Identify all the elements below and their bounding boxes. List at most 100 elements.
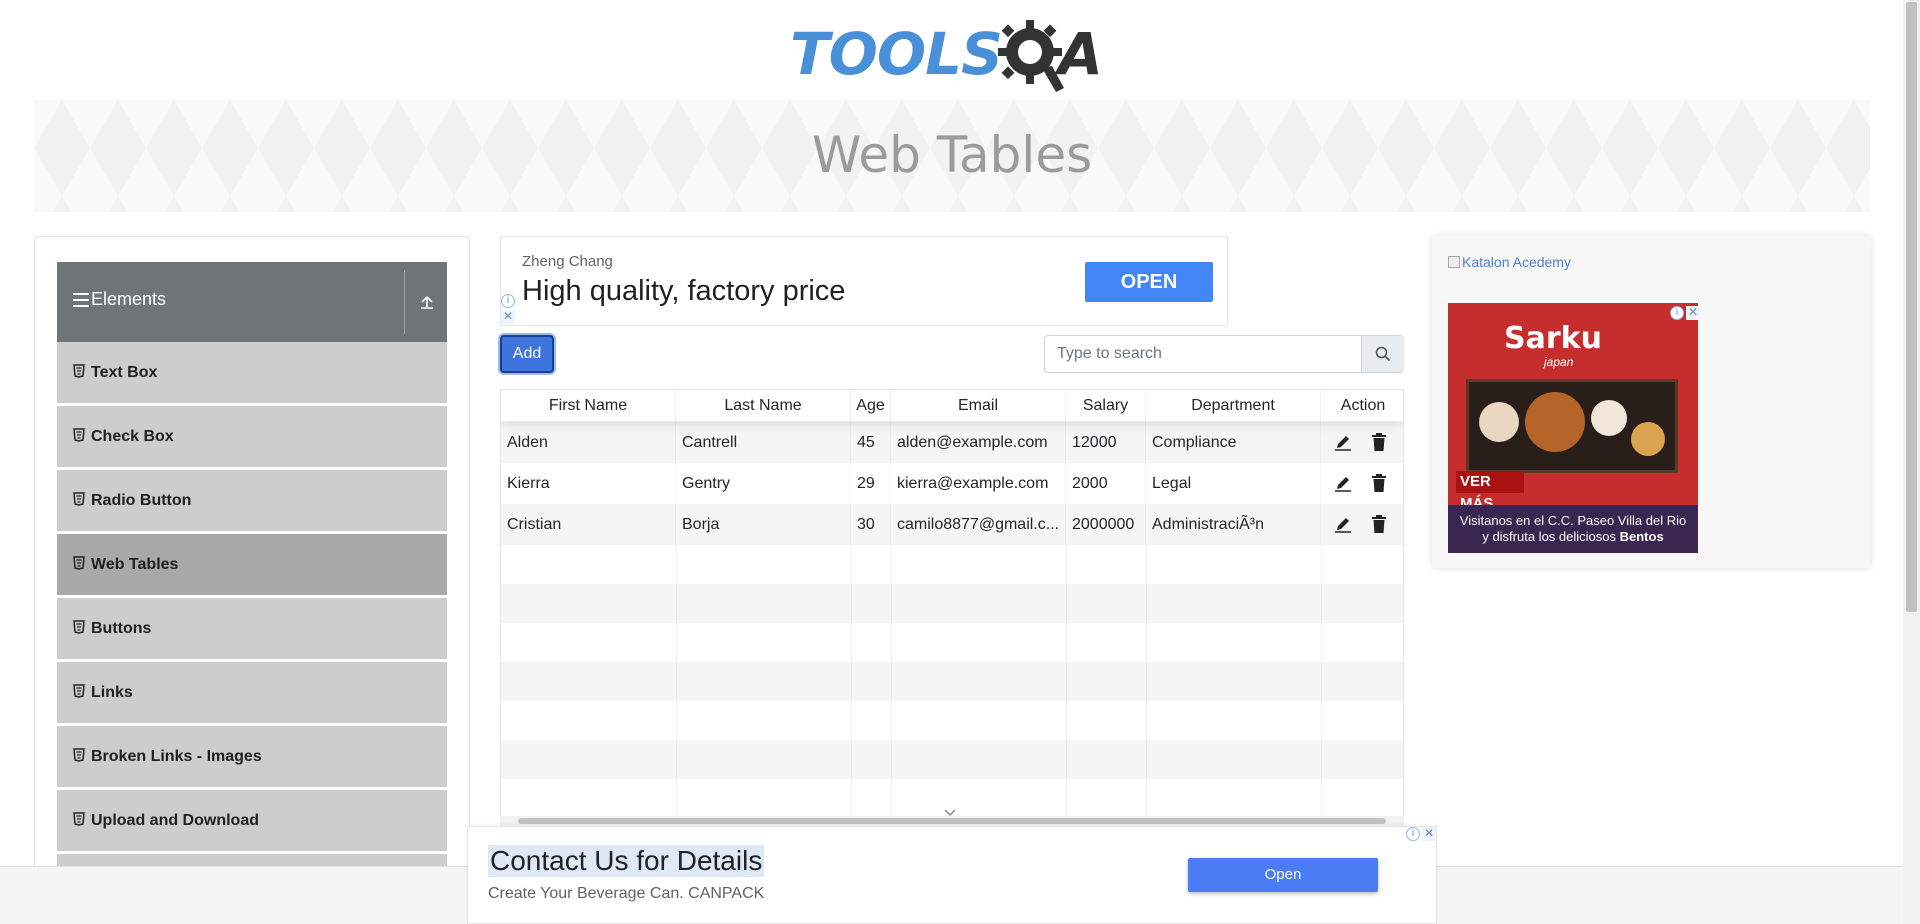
sidebar-group-title: Elements: [91, 289, 167, 309]
cell-first-name: Alden: [501, 422, 676, 463]
column-divider: [1146, 545, 1147, 828]
html5-icon: [73, 428, 85, 442]
empty-table-row: [501, 740, 1403, 779]
table-horizontal-scrollbar[interactable]: [500, 809, 1404, 826]
sidebar-item-radio-button[interactable]: Radio Button: [57, 470, 447, 532]
toolsqa-logo[interactable]: TOOLS A: [790, 14, 1116, 92]
sidebar: Elements Text Box Check Box Radio Button…: [34, 236, 470, 924]
html5-icon: [73, 684, 85, 698]
ad-banner-top[interactable]: Zheng Chang High quality, factory price …: [500, 236, 1228, 326]
ad-caption: Visitanos en el C.C. Paseo Villa del Rio…: [1448, 505, 1698, 553]
ad-advertiser: Zheng Chang: [522, 253, 613, 270]
sidebar-item-label: Broken Links - Images: [91, 748, 262, 765]
ad-headline[interactable]: Contact Us for Details: [488, 845, 765, 877]
column-divider: [891, 545, 892, 828]
header-last-name[interactable]: Last Name: [676, 390, 851, 422]
header-first-name[interactable]: First Name: [501, 390, 676, 422]
cell-email: kierra@example.com: [891, 463, 1066, 504]
search-box: [1044, 335, 1404, 373]
delete-trash-icon[interactable]: [1371, 515, 1387, 533]
cell-last-name: Gentry: [676, 463, 851, 504]
hamburger-icon: [73, 293, 89, 307]
cell-salary: 2000000: [1066, 504, 1146, 545]
adchoices-icon[interactable]: i: [1406, 827, 1420, 841]
html5-icon: [73, 492, 85, 506]
ad-close-icon[interactable]: ✕: [1686, 306, 1700, 320]
search-input[interactable]: [1045, 336, 1361, 372]
right-ad-panel: Katalon Acedemy Sarku japan VER MÁS Visi…: [1432, 236, 1870, 568]
sarku-ad[interactable]: Sarku japan VER MÁS Visitanos en el C.C.…: [1448, 303, 1698, 553]
broken-image-icon: [1448, 256, 1460, 268]
sidebar-group-elements[interactable]: Elements: [57, 262, 447, 342]
cell-department: Compliance: [1146, 422, 1321, 463]
page-title: Web Tables: [811, 126, 1093, 184]
empty-table-row: [501, 545, 1403, 586]
adchoices-icon[interactable]: i: [501, 294, 515, 308]
empty-table-row: [501, 701, 1403, 740]
sidebar-item-check-box[interactable]: Check Box: [57, 406, 447, 468]
column-divider: [1321, 545, 1322, 828]
page-vertical-scrollbar[interactable]: [1903, 0, 1920, 924]
edit-pencil-icon[interactable]: [1334, 474, 1352, 492]
cell-last-name: Cantrell: [676, 422, 851, 463]
scrollbar-thumb[interactable]: [518, 818, 1386, 824]
ad-brand: Sarku: [1504, 321, 1602, 356]
cell-first-name: Cristian: [501, 504, 676, 545]
page-banner: Web Tables: [34, 100, 1870, 212]
ad-close-icon[interactable]: ✕: [501, 310, 515, 324]
sidebar-item-text-box[interactable]: Text Box: [57, 342, 447, 404]
cell-first-name: Kierra: [501, 463, 676, 504]
delete-trash-icon[interactable]: [1371, 433, 1387, 451]
cell-department: AdministraciÃ³n: [1146, 504, 1321, 545]
sidebar-item-label: Links: [91, 684, 133, 701]
sidebar-item-upload-download[interactable]: Upload and Download: [57, 790, 447, 852]
html5-icon: [73, 620, 85, 634]
sidebar-item-links[interactable]: Links: [57, 662, 447, 724]
ad-caption-line2: y disfruta los deliciosos Bentos: [1448, 529, 1698, 545]
header-salary[interactable]: Salary: [1066, 390, 1146, 422]
ad-open-button[interactable]: Open: [1188, 858, 1378, 892]
sidebar-item-label: Upload and Download: [91, 812, 259, 829]
column-divider: [676, 545, 677, 828]
ad-cta-ver-mas[interactable]: VER MÁS: [1456, 471, 1524, 512]
search-button[interactable]: [1361, 336, 1404, 372]
katalon-academy-link[interactable]: Katalon Acedemy: [1448, 254, 1571, 270]
edit-pencil-icon[interactable]: [1334, 515, 1352, 533]
table-row: Kierra Gentry 29 kierra@example.com 2000…: [501, 463, 1403, 504]
header-divider: [404, 270, 405, 334]
chevron-down-icon: [944, 809, 956, 817]
html5-icon: [73, 812, 85, 826]
adchoices-icon[interactable]: i: [1670, 306, 1684, 320]
ad-close-icon[interactable]: ✕: [1422, 827, 1436, 841]
sidebar-item-buttons[interactable]: Buttons: [57, 598, 447, 660]
sidebar-item-web-tables[interactable]: Web Tables: [57, 534, 447, 596]
ad-banner-bottom[interactable]: Contact Us for Details Create Your Bever…: [467, 826, 1437, 924]
ad-caption-line1: Visitanos en el C.C. Paseo Villa del Rio: [1459, 513, 1687, 528]
sidebar-item-broken-links[interactable]: Broken Links - Images: [57, 726, 447, 788]
ad-caption-line2-prefix: y disfruta los deliciosos: [1482, 529, 1620, 544]
cell-age: 30: [851, 504, 891, 545]
add-button[interactable]: Add: [500, 335, 554, 373]
cell-salary: 2000: [1066, 463, 1146, 504]
header-email[interactable]: Email: [891, 390, 1066, 422]
html5-icon: [73, 364, 85, 378]
edit-pencil-icon[interactable]: [1334, 433, 1352, 451]
delete-trash-icon[interactable]: [1371, 474, 1387, 492]
ad-brand-sub: japan: [1544, 355, 1574, 369]
ad-headline[interactable]: High quality, factory price: [522, 275, 845, 308]
upload-arrow-icon[interactable]: [419, 294, 435, 310]
empty-table-row: [501, 623, 1403, 662]
cell-email: alden@example.com: [891, 422, 1066, 463]
scrollbar-thumb[interactable]: [1906, 2, 1917, 612]
header-department[interactable]: Department: [1146, 390, 1321, 422]
table-row: Alden Cantrell 45 alden@example.com 1200…: [501, 422, 1403, 463]
html5-icon: [73, 748, 85, 762]
logo-text-tools: TOOLS: [790, 20, 1003, 88]
web-table: First Name Last Name Age Email Salary De…: [500, 389, 1404, 829]
sidebar-item-label: Check Box: [91, 428, 174, 445]
ad-caption-bold: Bentos: [1619, 529, 1664, 544]
broken-image-alt-text: Katalon Acedemy: [1462, 254, 1571, 270]
ad-open-button[interactable]: OPEN: [1085, 262, 1213, 302]
cell-age: 29: [851, 463, 891, 504]
header-age[interactable]: Age: [851, 390, 891, 422]
